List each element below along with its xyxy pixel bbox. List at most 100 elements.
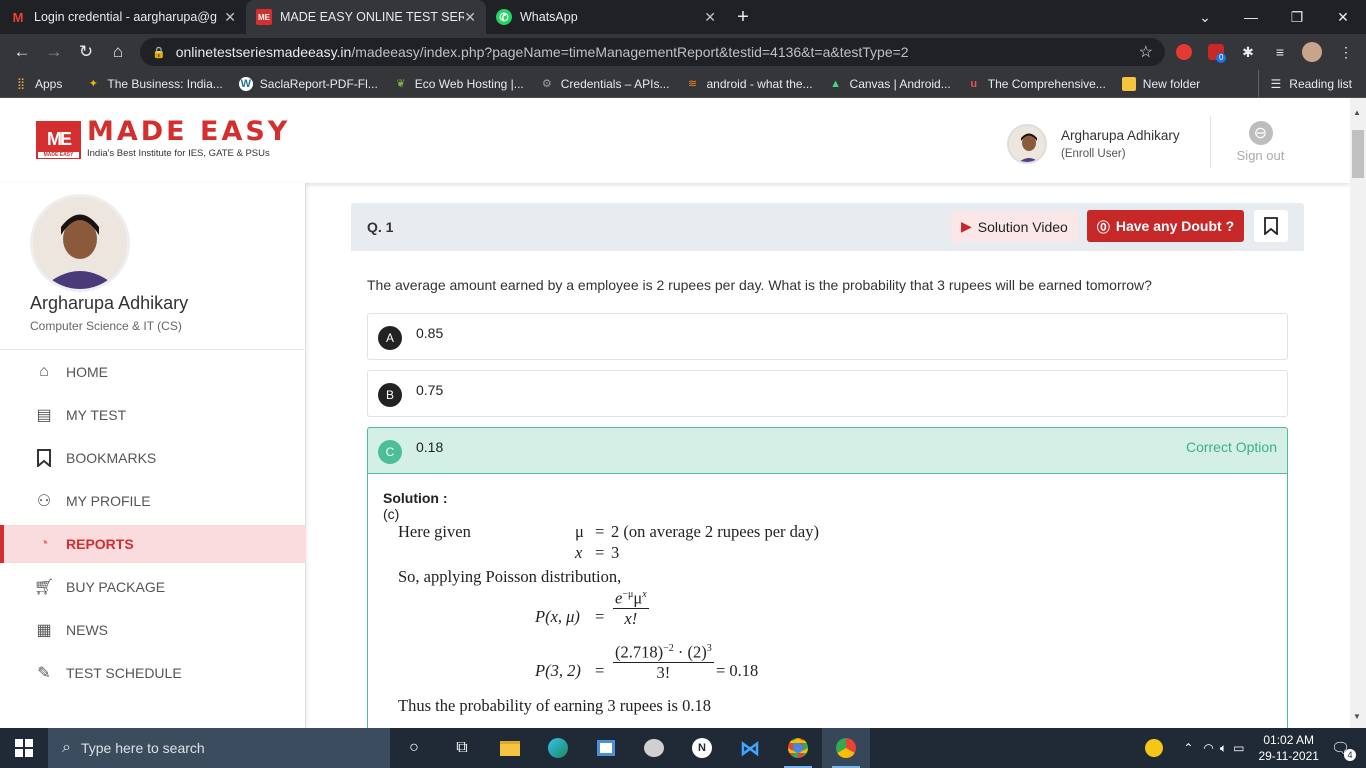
madeeasy-icon: ME (256, 9, 272, 25)
sidebar-item-label: MY PROFILE (66, 493, 151, 509)
logo-mark: ME MADE EASY (36, 120, 81, 159)
solution-answer: (c) (383, 506, 400, 522)
page-scrollbar[interactable]: ▲ ▼ (1350, 98, 1366, 728)
logo-mark-sub: MADE EASY (38, 151, 79, 158)
sidebar-item-label: BUY PACKAGE (66, 579, 166, 595)
chrome-profile-icon[interactable] (822, 728, 870, 768)
restore-button[interactable]: ❐ (1274, 0, 1320, 34)
sidebar-item-label: BOOKMARKS (66, 450, 157, 466)
bookmark-item[interactable]: ❦ Eco Web Hosting |... (386, 70, 532, 98)
close-icon[interactable]: ✕ (704, 9, 716, 26)
bookmark-item[interactable]: W SaclaReport-PDF-Fl... (231, 70, 386, 98)
paint-icon[interactable] (630, 728, 678, 768)
question-text: The average amount earned by a employee … (367, 277, 1152, 293)
bookmark-apps[interactable]: ⣿ Apps (0, 70, 70, 98)
menu-icon[interactable]: ⋮ (1330, 34, 1362, 70)
bookmark-question-button[interactable] (1254, 210, 1288, 242)
home-icon: ⌂ (39, 363, 49, 380)
forward-icon[interactable]: → (38, 36, 70, 68)
chevron-up-icon[interactable]: ⌃ (1183, 741, 1193, 755)
close-icon[interactable]: ✕ (224, 9, 236, 26)
notifications-icon[interactable]: 🗨︎ 4 (1331, 739, 1356, 761)
address-bar[interactable]: 🔒 onlinetestseriesmadeeasy.in/madeeasy/i… (140, 38, 1165, 66)
sol-eq: = (595, 607, 605, 626)
sidebar-item-test-schedule[interactable]: ✎ TEST SCHEDULE (0, 654, 306, 692)
sidebar-item-my-profile[interactable]: ⚇ MY PROFILE (0, 482, 306, 520)
reports-icon: ◔ (39, 535, 49, 552)
sol-given: Here given (398, 522, 471, 541)
have-doubt-button[interactable]: ⓪ Have any Doubt ? (1087, 210, 1244, 242)
tab-whatsapp[interactable]: ✆ WhatsApp ✕ (486, 0, 726, 34)
sidebar-item-label: NEWS (66, 622, 108, 638)
tab-gmail[interactable]: M Login credential - aargharupa@g ✕ (0, 0, 246, 34)
adblock-ext-icon[interactable]: 0 (1200, 34, 1232, 70)
notion-icon[interactable]: N (678, 728, 726, 768)
header-user-name: Argharupa Adhikary (1061, 128, 1180, 143)
cortana-icon[interactable]: ○ (390, 728, 438, 768)
sidebar-item-home[interactable]: ⌂ HOME (0, 353, 306, 391)
tab-title: MADE EASY ONLINE TEST SERIES (280, 10, 465, 24)
new-tab-button[interactable]: + (726, 0, 760, 34)
bookmarks-bar: ⣿ Apps ✦ The Business: India... W SaclaRepo… (0, 70, 1366, 98)
volume-icon[interactable]: 🔈︎ (1220, 741, 1227, 756)
sidebar-item-buy-package[interactable]: 🛒︎ BUY PACKAGE (0, 568, 306, 606)
sidebar-item-my-test[interactable]: ▤ MY TEST (0, 396, 306, 434)
back-icon[interactable]: ← (6, 36, 38, 68)
cart-icon: 🛒︎ (33, 579, 55, 596)
weather-icon[interactable] (1145, 739, 1164, 757)
profile-avatar-icon[interactable] (1296, 34, 1328, 70)
scrollbar-thumb[interactable] (1352, 130, 1364, 178)
bookmark-item[interactable]: ≋ android - what the... (677, 70, 820, 98)
bookmark-item[interactable]: ✦ The Business: India... (78, 70, 230, 98)
schedule-icon: ✎ (37, 665, 51, 682)
signout-button[interactable]: ⊖ Sign out (1210, 116, 1310, 168)
bookmark-item[interactable]: u The Comprehensive... (959, 70, 1114, 98)
sidebar-item-bookmarks[interactable]: BOOKMARKS (0, 439, 306, 477)
window-close-button[interactable]: ✕ (1320, 0, 1366, 34)
solution-video-button[interactable]: ▶ Solution Video (951, 211, 1078, 242)
bookmark-folder[interactable]: New folder (1114, 70, 1208, 98)
search-placeholder: Type here to search (80, 740, 205, 756)
windows-start-icon[interactable] (0, 728, 48, 768)
question-number: Q. 1 (367, 219, 394, 235)
home-icon[interactable]: ⌂ (102, 36, 134, 68)
reload-icon[interactable]: ↻ (70, 36, 102, 68)
made-easy-logo[interactable]: ME MADE EASY MADE EASY India's Best Inst… (36, 118, 290, 159)
option-a[interactable]: A 0.85 (367, 313, 1288, 360)
tab-madeeasy[interactable]: ME MADE EASY ONLINE TEST SERIES ✕ (246, 0, 486, 34)
reading-list-button[interactable]: ☰ Reading list (1257, 70, 1352, 98)
extensions-icon[interactable]: ✱ (1232, 34, 1264, 70)
close-icon[interactable]: ✕ (464, 9, 476, 26)
sidebar-item-news[interactable]: ▦ NEWS (0, 611, 306, 649)
bookmark-icon (34, 448, 54, 468)
notification-count: 4 (1344, 749, 1356, 761)
minimize-button[interactable]: — (1228, 0, 1274, 34)
bookmark-item[interactable]: ⚙ Credentials – APIs... (532, 70, 678, 98)
url-path: /madeeasy/index.php?pageName=timeManagem… (351, 44, 909, 60)
file-explorer-icon[interactable] (486, 728, 534, 768)
edge-icon[interactable] (534, 728, 582, 768)
scroll-down-icon[interactable]: ▼ (1353, 712, 1361, 721)
bookmark-item[interactable]: ▲ Canvas | Android... (821, 70, 959, 98)
chrome-icon[interactable] (774, 728, 822, 768)
sol-conclusion: Thus the probability of earning 3 rupees… (398, 696, 711, 715)
star-icon[interactable]: ☆ (1139, 42, 1153, 62)
sidebar-item-reports[interactable]: ◔ REPORTS (0, 525, 306, 563)
ext-badge: 0 (1216, 53, 1227, 63)
shield-ext-icon[interactable] (1168, 34, 1200, 70)
battery-icon[interactable]: ▭ (1233, 741, 1244, 755)
option-letter: A (378, 326, 402, 350)
tab-search-icon[interactable]: ⌄ (1182, 0, 1228, 34)
task-view-icon[interactable]: ⧉ (438, 728, 486, 768)
media-icon[interactable]: ≡ (1264, 34, 1296, 70)
option-b[interactable]: B 0.75 (367, 370, 1288, 417)
taskbar-search-input[interactable]: ⌕ Type here to search (48, 728, 390, 768)
vscode-icon[interactable]: ⋈ (726, 728, 774, 768)
wifi-icon[interactable]: ◠ (1203, 741, 1213, 755)
header-user[interactable]: Argharupa Adhikary (Enroll User) (1007, 124, 1180, 164)
store-icon[interactable] (582, 728, 630, 768)
scroll-up-icon[interactable]: ▲ (1353, 108, 1361, 117)
browser-tab-strip: M Login credential - aargharupa@g ✕ ME M… (0, 0, 1366, 34)
clock[interactable]: 01:02 AM 29-11-2021 (1258, 732, 1319, 764)
option-c[interactable]: C 0.18 Correct Option (367, 427, 1288, 474)
